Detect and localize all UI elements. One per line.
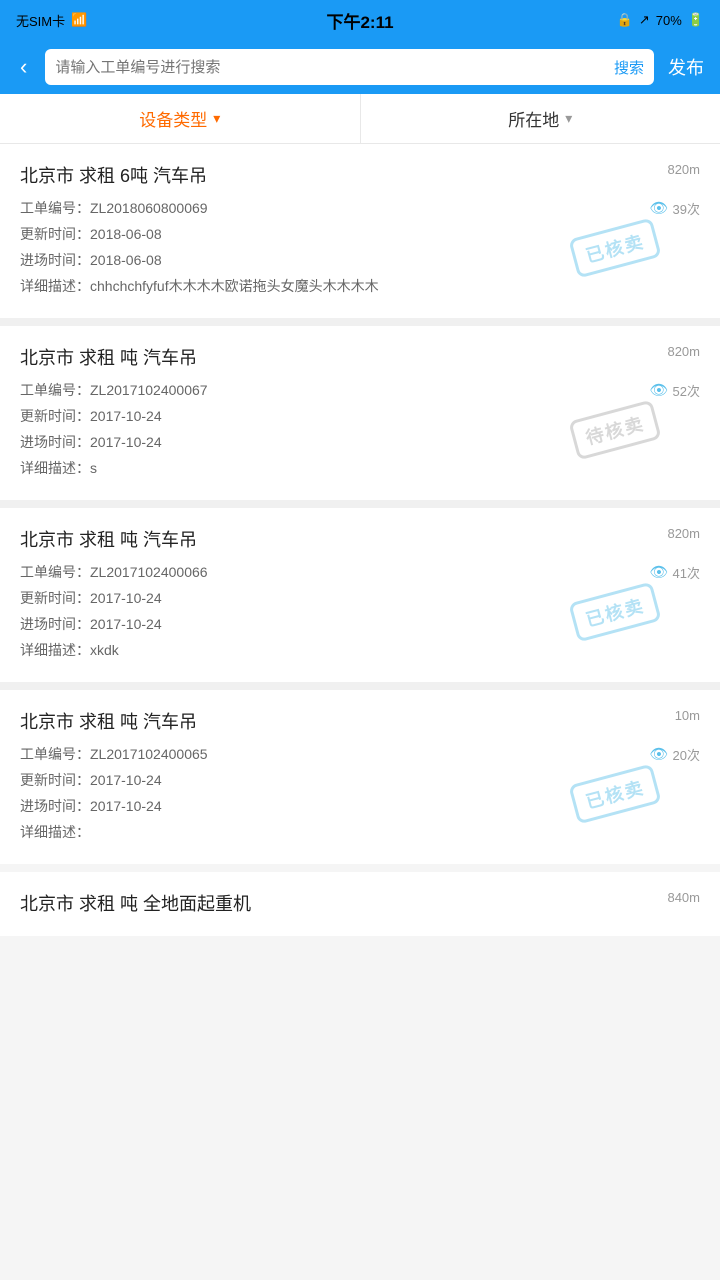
no-sim-label: 无SIM卡 [16, 11, 65, 30]
location-label: 所在地 [508, 106, 559, 131]
card-entry-row: 进场时间： 2017-10-24 [20, 432, 700, 452]
card-desc-row: 详细描述： [20, 822, 700, 842]
list-item[interactable]: 北京市 求租 6吨 汽车吊 820m 工单编号： ZL2018060800069… [0, 144, 720, 318]
back-button[interactable]: ‹ [12, 54, 35, 80]
card-views: 👁 39次 [649, 199, 700, 218]
status-left: 无SIM卡 📶 [16, 11, 87, 30]
order-label: 工单编号： [20, 380, 90, 400]
update-value: 2017-10-24 [90, 590, 162, 606]
card-desc-row: 详细描述： chhchchfyfuf木木木木欧诺拖头女魔头木木木木 [20, 276, 700, 296]
desc-value: xkdk [90, 642, 119, 658]
order-label: 工单编号： [20, 562, 90, 582]
update-label: 更新时间： [20, 224, 90, 244]
search-box: 搜索 [45, 49, 654, 85]
views-count: 20次 [673, 745, 700, 764]
card-order-row: 工单编号： ZL2017102400066 👁 41次 [20, 562, 700, 582]
card-title: 北京市 求租 吨 汽车吊 [20, 708, 700, 734]
card-order-row: 工单编号： ZL2018060800069 👁 39次 [20, 198, 700, 218]
order-label: 工单编号： [20, 198, 90, 218]
card-desc-row: 详细描述： xkdk [20, 640, 700, 660]
entry-value: 2017-10-24 [90, 434, 162, 450]
order-label: 工单编号： [20, 744, 90, 764]
card-views: 👁 20次 [649, 745, 700, 764]
update-value: 2018-06-08 [90, 226, 162, 242]
entry-label: 进场时间： [20, 432, 90, 452]
card-views: 👁 52次 [649, 381, 700, 400]
order-value: ZL2017102400066 [90, 564, 208, 580]
search-input[interactable] [55, 59, 606, 76]
views-count: 41次 [673, 563, 700, 582]
eye-icon: 👁 [649, 745, 668, 763]
card-title: 北京市 求租 吨 汽车吊 [20, 526, 700, 552]
update-value: 2017-10-24 [90, 408, 162, 424]
update-value: 2017-10-24 [90, 772, 162, 788]
desc-label: 详细描述： [20, 822, 90, 842]
publish-button[interactable]: 发布 [664, 54, 708, 80]
partial-card[interactable]: 北京市 求租 吨 全地面起重机 840m [0, 872, 720, 936]
card-update-row: 更新时间： 2017-10-24 [20, 588, 700, 608]
eye-icon: 👁 [649, 381, 668, 399]
list-item[interactable]: 北京市 求租 吨 汽车吊 820m 工单编号： ZL2017102400067 … [0, 326, 720, 500]
status-bar: 无SIM卡 📶 下午2:11 🔒 ↗ 70% 🔋 [0, 0, 720, 40]
location-icon: ↗ [639, 12, 650, 28]
location-arrow-icon: ▾ [565, 110, 572, 127]
partial-card-title: 北京市 求租 吨 全地面起重机 [20, 890, 700, 916]
entry-label: 进场时间： [20, 796, 90, 816]
eye-icon: 👁 [649, 563, 668, 581]
card-update-row: 更新时间： 2017-10-24 [20, 406, 700, 426]
update-label: 更新时间： [20, 588, 90, 608]
battery-icon: 🔒 [617, 12, 633, 28]
card-order-row: 工单编号： ZL2017102400065 👁 20次 [20, 744, 700, 764]
entry-value: 2017-10-24 [90, 798, 162, 814]
card-update-row: 更新时间： 2017-10-24 [20, 770, 700, 790]
card-entry-row: 进场时间： 2017-10-24 [20, 614, 700, 634]
card-views: 👁 41次 [649, 563, 700, 582]
location-filter[interactable]: 所在地 ▾ [361, 94, 720, 143]
nav-bar: ‹ 搜索 发布 [0, 40, 720, 94]
desc-label: 详细描述： [20, 276, 90, 296]
entry-value: 2017-10-24 [90, 616, 162, 632]
entry-label: 进场时间： [20, 250, 90, 270]
desc-label: 详细描述： [20, 640, 90, 660]
card-entry-row: 进场时间： 2017-10-24 [20, 796, 700, 816]
desc-value: s [90, 460, 97, 476]
update-label: 更新时间： [20, 770, 90, 790]
search-button[interactable]: 搜索 [614, 57, 644, 78]
card-distance: 820m [667, 344, 700, 359]
card-entry-row: 进场时间： 2018-06-08 [20, 250, 700, 270]
card-desc-row: 详细描述： s [20, 458, 700, 478]
eye-icon: 👁 [649, 199, 668, 217]
battery-label: 70% [656, 13, 682, 28]
card-distance: 820m [667, 526, 700, 541]
card-title: 北京市 求租 吨 汽车吊 [20, 344, 700, 370]
desc-label: 详细描述： [20, 458, 90, 478]
card-distance: 10m [675, 708, 700, 723]
device-type-label: 设备类型 [139, 106, 207, 131]
filter-bar: 设备类型 ▾ 所在地 ▾ [0, 94, 720, 144]
list-item[interactable]: 北京市 求租 吨 汽车吊 10m 工单编号： ZL2017102400065 👁… [0, 690, 720, 864]
views-count: 52次 [673, 381, 700, 400]
order-value: ZL2017102400067 [90, 382, 208, 398]
battery-bar: 🔋 [688, 12, 704, 28]
order-value: ZL2017102400065 [90, 746, 208, 762]
entry-label: 进场时间： [20, 614, 90, 634]
card-list: 北京市 求租 6吨 汽车吊 820m 工单编号： ZL2018060800069… [0, 144, 720, 864]
views-count: 39次 [673, 199, 700, 218]
device-type-arrow-icon: ▾ [213, 110, 220, 127]
card-distance: 820m [667, 162, 700, 177]
status-right: 🔒 ↗ 70% 🔋 [617, 12, 704, 28]
partial-card-distance: 840m [667, 890, 700, 905]
status-time: 下午2:11 [326, 8, 393, 33]
update-label: 更新时间： [20, 406, 90, 426]
wifi-icon: 📶 [71, 12, 87, 28]
list-item[interactable]: 北京市 求租 吨 汽车吊 820m 工单编号： ZL2017102400066 … [0, 508, 720, 682]
card-update-row: 更新时间： 2018-06-08 [20, 224, 700, 244]
device-type-filter[interactable]: 设备类型 ▾ [0, 94, 361, 143]
entry-value: 2018-06-08 [90, 252, 162, 268]
desc-value: chhchchfyfuf木木木木欧诺拖头女魔头木木木木 [90, 276, 379, 296]
card-order-row: 工单编号： ZL2017102400067 👁 52次 [20, 380, 700, 400]
card-title: 北京市 求租 6吨 汽车吊 [20, 162, 700, 188]
order-value: ZL2018060800069 [90, 200, 208, 216]
